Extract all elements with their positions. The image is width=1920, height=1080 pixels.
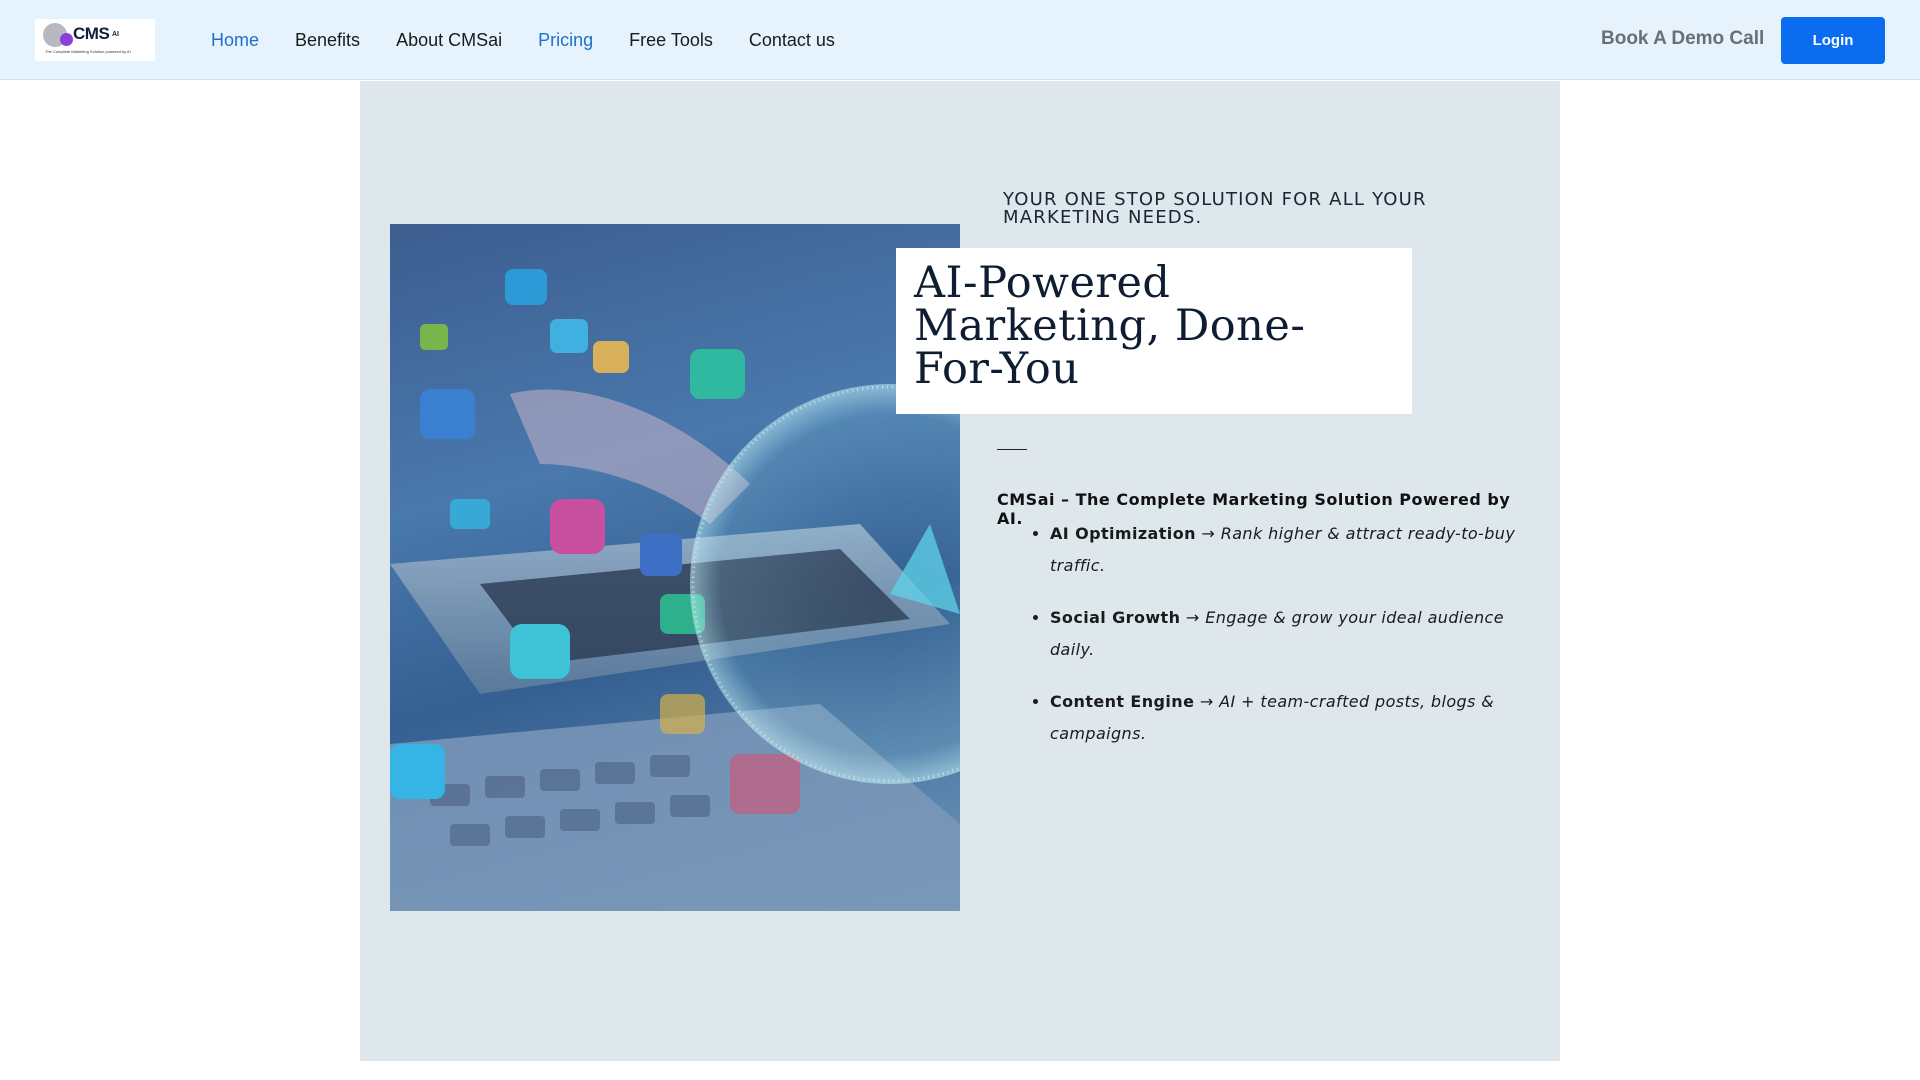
hero-divider [997,449,1027,450]
login-button[interactable]: Login [1781,17,1885,64]
logo-ai-suffix: AI [112,31,119,38]
nav-item-contact[interactable]: Contact us [749,0,835,80]
nav-item-about[interactable]: About CMSai [396,0,502,80]
feature-arrow: → [1201,524,1216,543]
nav-item-home[interactable]: Home [211,0,259,80]
logo-wordmark: CMS [73,24,110,43]
cms-ai-logo[interactable]: CMS AI The Complete Marketing Solution p… [35,19,155,61]
feature-item: Content Engine → AI + team-crafted posts… [1050,686,1530,750]
hero-eyebrow: YOUR ONE STOP SOLUTION FOR ALL YOUR MARK… [1003,189,1427,228]
hero-title: AI-Powered Marketing, Done-For-You [914,258,1306,394]
hero-image [390,224,960,911]
feature-name: Social Growth [1050,608,1181,627]
main-nav: Home Benefits About CMSai Pricing Free T… [211,0,871,80]
feature-list: AI Optimization → Rank higher & attract … [1050,518,1530,770]
feature-item: AI Optimization → Rank higher & attract … [1050,518,1530,582]
hero-title-card: AI-Powered Marketing, Done-For-You [896,248,1412,414]
feature-name: AI Optimization [1050,524,1196,543]
feature-item: Social Growth → Engage & grow your ideal… [1050,602,1530,666]
feature-name: Content Engine [1050,692,1195,711]
hero-section: YOUR ONE STOP SOLUTION FOR ALL YOUR MARK… [360,81,1560,1061]
logo-circle-purple [60,33,73,46]
nav-item-pricing[interactable]: Pricing [538,0,593,80]
feature-arrow: → [1185,608,1200,627]
book-demo-link[interactable]: Book A Demo Call [1601,28,1764,50]
site-header: CMS AI The Complete Marketing Solution p… [0,0,1920,80]
logo-tagline: The Complete Marketing Solution powered … [45,49,131,54]
feature-arrow: → [1199,692,1214,711]
nav-item-free-tools[interactable]: Free Tools [629,0,713,80]
nav-item-benefits[interactable]: Benefits [295,0,360,80]
